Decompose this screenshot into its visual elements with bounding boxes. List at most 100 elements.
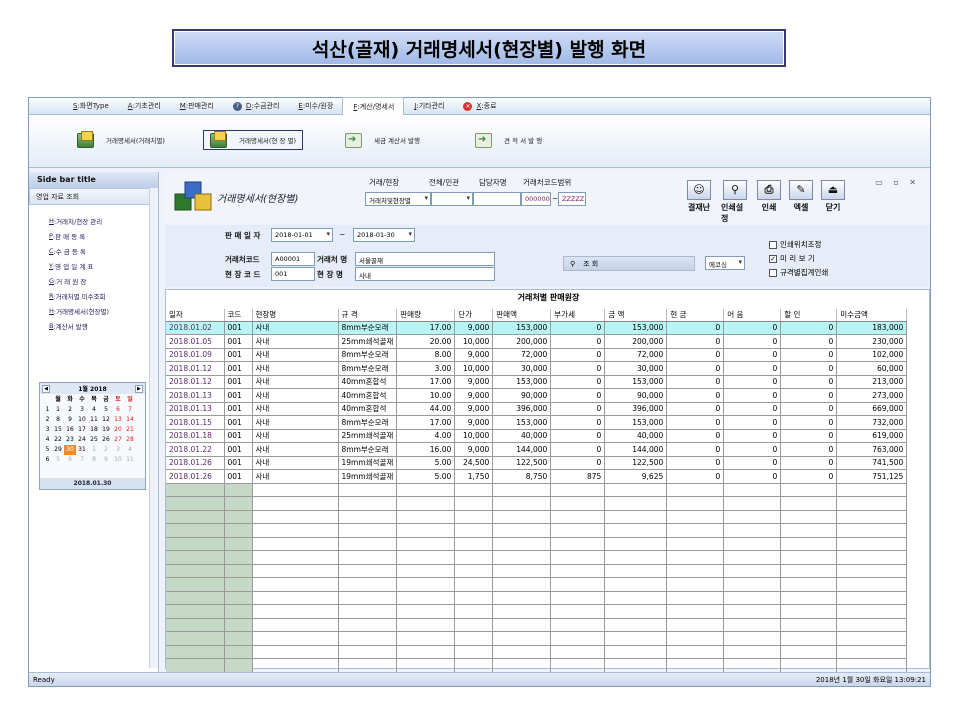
empty-row[interactable] xyxy=(166,564,908,578)
calendar-day[interactable]: 10 xyxy=(76,415,88,425)
calendar-day[interactable]: 25 xyxy=(88,435,100,445)
calendar-day[interactable]: 16 xyxy=(64,425,76,435)
table-row[interactable]: 2018.01.12 001 사내 40mm혼합석 17.00 9,000 153,000 0… xyxy=(166,375,908,389)
calendar-day[interactable]: 4 xyxy=(88,405,100,415)
menu-item-a[interactable]: A:기초관리 xyxy=(118,98,170,115)
table-row[interactable]: 2018.01.12 001 사내 8mm부순모래 3.00 10,000 30,000 0 3… xyxy=(166,361,908,376)
column-header[interactable]: 코드 xyxy=(224,309,253,322)
column-header[interactable]: 금 액 xyxy=(604,309,668,322)
empty-row[interactable] xyxy=(166,537,908,551)
column-header[interactable]: 규 격 xyxy=(338,309,398,322)
select-field[interactable]: 에코싱 xyxy=(705,256,745,270)
column-header[interactable]: 어 음 xyxy=(723,309,782,322)
empty-row[interactable] xyxy=(166,604,908,619)
window-controls[interactable]: ▭ ▫ ✕ xyxy=(875,178,920,187)
checkbox[interactable] xyxy=(769,268,777,277)
column-header[interactable]: 할 인 xyxy=(780,309,838,322)
calendar-day[interactable]: 13 xyxy=(112,415,124,425)
calendar-day[interactable]: 5 xyxy=(52,455,64,465)
table-row[interactable]: 2018.01.22 001 사내 8mm부순모래 16.00 9,000 144,000 0… xyxy=(166,442,908,457)
table-row[interactable]: 2018.01.05 001 사내 25mm쇄석골재 20.00 10,000 200,00… xyxy=(166,334,908,349)
ledger-table[interactable]: 일자 코드 현장명 규 격 판매량 단가 판매액 부가세 금 액현 금어 음할 인 미수금액 20… xyxy=(166,309,908,673)
sidebar-item-3[interactable]: Y:영 업 일 계 표 xyxy=(49,258,158,273)
sidebar-group-header[interactable]: 영업 자료 조회 xyxy=(29,188,158,205)
sidebar-item-1[interactable]: P:판 매 등 록 xyxy=(49,228,158,243)
calendar-day[interactable]: 12 xyxy=(100,415,112,425)
menu-item-f[interactable]: F:계산/명세서 xyxy=(342,97,405,115)
sidebar-item-0[interactable]: H:거래처/현장 관리 xyxy=(49,213,158,228)
table-row[interactable]: 2018.01.26 001 사내 19mm쇄석골재 5.00 1,750 8,750 875… xyxy=(166,469,908,484)
table-row[interactable]: 2018.01.18 001 사내 25mm쇄석골재 4.00 10,000 40,000 0… xyxy=(166,429,908,443)
ribbon-statement-by-site[interactable]: 거래명세서(현 장 별) xyxy=(203,130,304,150)
check-preview[interactable]: ✓ 미 리 보 기 xyxy=(769,253,815,264)
table-row[interactable]: 2018.01.02 001 사내 8mm부순모래 17.00 9,000 153,000 0… xyxy=(166,321,908,335)
ribbon-tax-invoice[interactable]: 세금 계산서 발행 xyxy=(345,130,420,150)
table-row[interactable]: 2018.01.09 001 사내 8mm부순모래 8.00 9,000 72,000 0 72… xyxy=(166,348,908,362)
calendar-day[interactable]: 22 xyxy=(52,435,64,445)
calendar-day[interactable]: 19 xyxy=(100,425,112,435)
calendar-day[interactable]: 2 xyxy=(64,405,76,415)
checkbox[interactable]: ✓ xyxy=(769,254,777,263)
calendar-day[interactable]: 29 xyxy=(52,445,64,455)
checkbox[interactable] xyxy=(769,240,777,249)
sidebar-item-6[interactable]: H:거래명세서(현장별) xyxy=(49,303,158,318)
calendar-day[interactable]: 8 xyxy=(52,415,64,425)
print-button[interactable]: ⎙ 인쇄 xyxy=(755,180,783,216)
table-row[interactable]: 2018.01.13 001 사내 40mm혼합석 10.00 9,000 90,000 0 9… xyxy=(166,388,908,403)
calendar-day[interactable]: 23 xyxy=(64,435,76,445)
date-from-field[interactable]: 2018-01-01 xyxy=(271,228,333,242)
table-row[interactable]: 2018.01.13 001 사내 40mm혼합석 44.00 9,000 396,000 0… xyxy=(166,402,908,416)
calendar-day[interactable]: 27 xyxy=(112,435,124,445)
calendar-day[interactable]: 20 xyxy=(112,425,124,435)
manager-field[interactable] xyxy=(473,192,521,206)
column-header[interactable]: 부가세 xyxy=(550,309,606,322)
sidebar-item-4[interactable]: G:거 래 원 장 xyxy=(49,273,158,288)
calendar-day[interactable]: 7 xyxy=(76,455,88,465)
print-settings-button[interactable]: ⚲ 인쇄설정 xyxy=(721,180,749,223)
calendar-day[interactable]: 3 xyxy=(76,405,88,415)
empty-row[interactable] xyxy=(166,591,908,605)
next-month-button[interactable]: ▶ xyxy=(134,384,143,393)
ribbon-quotation[interactable]: 견 적 서 발 행 xyxy=(475,130,542,150)
prev-month-button[interactable]: ◀ xyxy=(42,384,50,393)
empty-row[interactable] xyxy=(166,523,908,538)
code-to-field[interactable]: ZZZZZ xyxy=(558,192,586,206)
calendar-day[interactable]: 3 xyxy=(112,445,124,455)
calendar-day[interactable]: 26 xyxy=(100,435,112,445)
column-header[interactable]: 판매액 xyxy=(492,309,552,322)
approval-button[interactable]: ☺ 결재난 xyxy=(685,180,713,216)
empty-row[interactable] xyxy=(166,577,908,592)
calendar-today[interactable]: 2018.01.30 xyxy=(40,478,145,489)
empty-row[interactable] xyxy=(166,618,908,632)
calendar-day[interactable]: 17 xyxy=(76,425,88,435)
menu-item-s[interactable]: S:화면Type xyxy=(63,98,118,115)
empty-row[interactable] xyxy=(166,510,908,524)
column-header[interactable]: 미수금액 xyxy=(836,309,908,322)
column-header[interactable]: 일자 xyxy=(166,309,225,322)
calendar-day[interactable]: 15 xyxy=(52,425,64,435)
sidebar-item-2[interactable]: C:수 금 등 록 xyxy=(49,243,158,258)
calendar-day[interactable]: 31 xyxy=(76,445,88,455)
column-header[interactable]: 판매량 xyxy=(396,309,456,322)
menu-item-e[interactable]: E:미수/원장 xyxy=(288,98,342,115)
calendar-day[interactable]: 24 xyxy=(76,435,88,445)
calendar-day[interactable]: 2 xyxy=(100,445,112,455)
empty-row[interactable] xyxy=(166,550,908,565)
client-name-field[interactable]: 서울골재 xyxy=(355,252,495,266)
calendar-day[interactable]: 28 xyxy=(124,435,136,445)
table-row[interactable]: 2018.01.15 001 사내 8mm부순모래 17.00 9,000 153,000 0… xyxy=(166,415,908,430)
calendar-day[interactable]: 10 xyxy=(112,455,124,465)
code-from-field[interactable]: 000000 xyxy=(521,192,551,206)
sidebar-item-5[interactable]: R:거래처별 미수조회 xyxy=(49,288,158,303)
calendar-day[interactable]: 14 xyxy=(124,415,136,425)
calendar-day[interactable]: 11 xyxy=(124,455,136,465)
calendar-day[interactable]: 30 xyxy=(64,445,76,455)
calendar-day[interactable]: 6 xyxy=(112,405,124,415)
calendar-day[interactable]: 11 xyxy=(88,415,100,425)
column-header[interactable]: 현 금 xyxy=(666,309,725,322)
close-button[interactable]: ⏏ 닫기 xyxy=(819,180,847,216)
empty-row[interactable] xyxy=(166,645,908,659)
ribbon-statement-by-client[interactable]: 거래명세서(거래처별) xyxy=(77,130,165,150)
empty-row[interactable] xyxy=(166,658,908,673)
excel-button[interactable]: ✎ 엑셀 xyxy=(787,180,815,216)
